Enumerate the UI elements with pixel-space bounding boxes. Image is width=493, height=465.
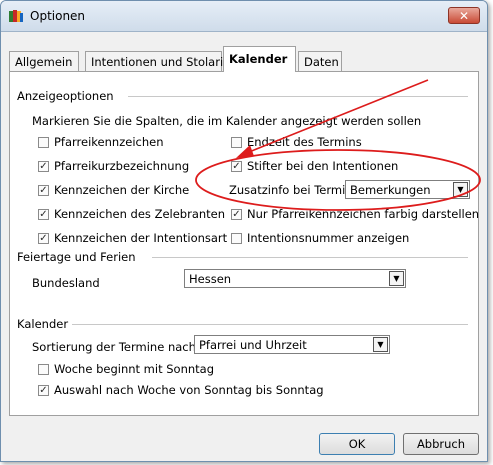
- checkbox-pfarreikennzeichen[interactable]: [38, 137, 49, 148]
- check-icon: ✓: [39, 209, 48, 220]
- check-icon: ✓: [232, 161, 241, 172]
- checkbox-kennzeichen-der-intentionsart[interactable]: ✓: [38, 233, 49, 244]
- zusatzinfo-select[interactable]: Bemerkungen ▼: [345, 180, 470, 199]
- checkbox-stifter-bei-den-intentionen[interactable]: ✓: [231, 161, 242, 172]
- checkbox-intentionsnummer-anzeigen[interactable]: [231, 233, 242, 244]
- check-icon: ✓: [39, 385, 48, 396]
- zusatzinfo-label: Zusatzinfo bei Termin: [229, 183, 353, 197]
- group-label-anzeigeoptionen: Anzeigeoptionen: [17, 89, 114, 103]
- group-divider: [128, 96, 468, 97]
- select-value: Hessen: [189, 272, 232, 286]
- bundesland-select[interactable]: Hessen ▼: [184, 269, 406, 288]
- checkbox-nur-pfarreikennzeichen-farbig[interactable]: ✓: [231, 209, 242, 220]
- tab-label: Intentionen und Stolarien: [91, 55, 238, 69]
- group-label-kalender: Kalender: [17, 317, 69, 331]
- chevron-down-icon[interactable]: ▼: [373, 337, 388, 352]
- tab-label: Kalender: [229, 52, 288, 66]
- tab-label: Allgemein: [15, 55, 73, 69]
- group-divider: [72, 324, 468, 325]
- sortierung-select[interactable]: Pfarrei und Uhrzeit ▼: [194, 335, 390, 354]
- check-icon: ✓: [39, 233, 48, 244]
- window-title: Optionen: [30, 9, 86, 23]
- checkbox-label: Intentionsnummer anzeigen: [247, 231, 410, 245]
- group-divider: [152, 257, 468, 258]
- checkbox-label: Kennzeichen des Zelebranten: [54, 207, 226, 221]
- title-bar[interactable]: Optionen ✕: [1, 1, 487, 32]
- sortierung-label: Sortierung der Termine nach: [32, 340, 196, 354]
- check-icon: ✓: [232, 209, 241, 220]
- checkbox-label: Kennzeichen der Kirche: [54, 183, 190, 197]
- tab-intentionen-und-stolarien[interactable]: Intentionen und Stolarien: [85, 51, 238, 71]
- check-icon: ✓: [39, 161, 48, 172]
- checkbox-woche-beginnt-mit-sonntag[interactable]: [38, 364, 49, 375]
- close-icon: ✕: [458, 9, 470, 23]
- checkbox-kennzeichen-des-zelebranten[interactable]: ✓: [38, 209, 49, 220]
- tab-allgemein[interactable]: Allgemein: [9, 51, 79, 71]
- checkbox-label: Nur Pfarreikennzeichen farbig darstellen: [247, 207, 480, 221]
- checkbox-label: Endzeit des Termins: [247, 135, 362, 149]
- checkbox-endzeit-des-termins[interactable]: [231, 137, 242, 148]
- check-icon: ✓: [39, 185, 48, 196]
- checkbox-label: Stifter bei den Intentionen: [247, 159, 399, 173]
- checkbox-label: Pfarreikurzbezeichnung: [54, 159, 190, 173]
- bundesland-label: Bundesland: [32, 276, 100, 290]
- tab-daten[interactable]: Daten: [298, 51, 342, 71]
- instruction-text: Markieren Sie die Spalten, die im Kalend…: [32, 114, 422, 128]
- checkbox-kennzeichen-der-kirche[interactable]: ✓: [38, 185, 49, 196]
- checkbox-label: Kennzeichen der Intentionsart: [54, 231, 228, 245]
- group-label-feiertage-und-ferien: Feiertage und Ferien: [17, 250, 136, 264]
- tab-kalender[interactable]: Kalender: [223, 46, 296, 72]
- select-value: Pfarrei und Uhrzeit: [199, 338, 307, 352]
- checkbox-pfarreikurzbezeichnung[interactable]: ✓: [38, 161, 49, 172]
- chevron-down-icon[interactable]: ▼: [389, 271, 404, 286]
- checkbox-label: Woche beginnt mit Sonntag: [54, 362, 215, 376]
- screenshot-canvas: Optionen ✕ Allgemein Intentionen und Sto…: [0, 0, 493, 465]
- checkbox-label: Pfarreikennzeichen: [54, 135, 164, 149]
- tab-label: Daten: [304, 55, 339, 69]
- checkbox-auswahl-nach-woche[interactable]: ✓: [38, 385, 49, 396]
- checkbox-label: Auswahl nach Woche von Sonntag bis Sonnt…: [54, 383, 324, 397]
- chevron-down-icon[interactable]: ▼: [453, 182, 468, 197]
- select-value: Bemerkungen: [350, 183, 431, 197]
- cancel-button[interactable]: Abbruch: [403, 433, 479, 455]
- app-icon: [9, 10, 23, 22]
- close-button[interactable]: ✕: [448, 7, 480, 24]
- ok-button[interactable]: OK: [319, 433, 395, 455]
- options-dialog: Optionen ✕ Allgemein Intentionen und Sto…: [0, 0, 488, 462]
- kalender-tab-panel: Anzeigeoptionen Markieren Sie die Spalte…: [9, 71, 479, 416]
